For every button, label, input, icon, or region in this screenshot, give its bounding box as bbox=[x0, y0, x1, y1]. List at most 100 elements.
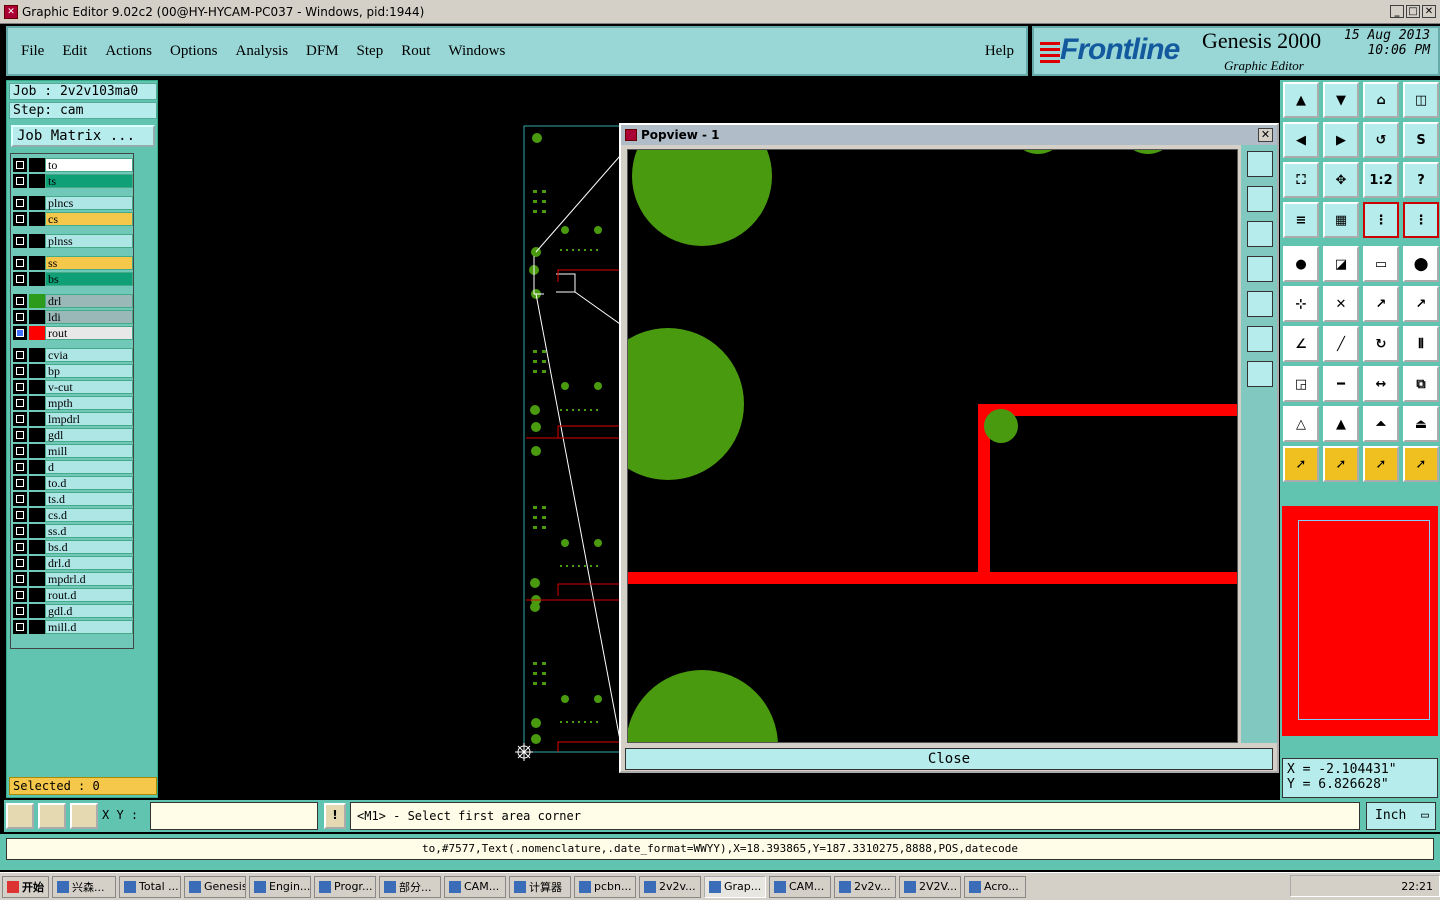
taskbar-item[interactable]: Genesis bbox=[184, 875, 246, 898]
layer-row-rout.d[interactable]: rout.d bbox=[13, 588, 133, 602]
menu-windows[interactable]: Windows bbox=[448, 43, 505, 60]
menu-dfm[interactable]: DFM bbox=[306, 43, 339, 60]
popview-close-icon[interactable]: ✕ bbox=[1258, 128, 1273, 142]
layer-name[interactable]: gdl.d bbox=[45, 604, 133, 618]
grid-mode-icon[interactable] bbox=[70, 803, 98, 829]
layer-checkbox[interactable] bbox=[13, 364, 27, 378]
layer-row-gdl[interactable]: gdl bbox=[13, 428, 133, 442]
measure-icon[interactable]: ↔ bbox=[1363, 366, 1399, 402]
layer-row-ss[interactable]: ss bbox=[13, 256, 133, 270]
layer-row-plncs[interactable]: plncs bbox=[13, 196, 133, 210]
layer-color-swatch[interactable] bbox=[29, 428, 45, 442]
layer-toggle-2-icon[interactable]: ⋮ bbox=[1403, 202, 1439, 238]
layer-color-swatch[interactable] bbox=[29, 272, 45, 286]
layer-checkbox[interactable] bbox=[13, 556, 27, 570]
taskbar-item[interactable]: Acro... bbox=[964, 875, 1026, 898]
layer-checkbox[interactable] bbox=[13, 524, 27, 538]
layer-checkbox[interactable] bbox=[13, 508, 27, 522]
layer-checkbox[interactable] bbox=[13, 212, 27, 226]
start-button[interactable]: 开始 bbox=[2, 875, 49, 898]
layer-name[interactable]: bs bbox=[45, 272, 133, 286]
taskbar-item[interactable]: 计算器 bbox=[509, 875, 571, 898]
layer-name[interactable]: cs.d bbox=[45, 508, 133, 522]
layer-color-swatch[interactable] bbox=[29, 524, 45, 538]
taskbar-item[interactable]: Grap... bbox=[704, 875, 766, 898]
execute-button[interactable]: ! bbox=[324, 803, 346, 829]
layer-name[interactable]: bs.d bbox=[45, 540, 133, 554]
line-icon[interactable]: ╱ bbox=[1323, 326, 1359, 362]
popview-pan-down-icon[interactable] bbox=[1247, 221, 1273, 247]
layer-checkbox[interactable] bbox=[13, 444, 27, 458]
layer-name[interactable]: lmpdrl bbox=[45, 412, 133, 426]
close-window-button[interactable]: ✕ bbox=[1422, 5, 1436, 18]
layer-row-lmpdrl[interactable]: lmpdrl bbox=[13, 412, 133, 426]
taskbar-item[interactable]: CAM... bbox=[444, 875, 506, 898]
layer-checkbox[interactable] bbox=[13, 460, 27, 474]
popview-center-icon[interactable] bbox=[1247, 361, 1273, 387]
circle-pad-icon[interactable]: ⬤ bbox=[1403, 246, 1439, 282]
layer-checkbox[interactable] bbox=[13, 380, 27, 394]
layer-name[interactable]: ss bbox=[45, 256, 133, 270]
layer-name[interactable]: ts.d bbox=[45, 492, 133, 506]
layer-checkbox[interactable] bbox=[13, 476, 27, 490]
popview-pan-left-icon[interactable] bbox=[1247, 256, 1273, 282]
layer-color-swatch[interactable] bbox=[29, 348, 45, 362]
arc-icon[interactable]: ↻ bbox=[1363, 326, 1399, 362]
layer-name[interactable]: mpth bbox=[45, 396, 133, 410]
layer-row-cs.d[interactable]: cs.d bbox=[13, 508, 133, 522]
popview-fit-icon[interactable] bbox=[1247, 326, 1273, 352]
layer-color-swatch[interactable] bbox=[29, 158, 45, 172]
layer-name[interactable]: mill.d bbox=[45, 620, 133, 634]
triangle-bar-icon[interactable]: ⏏ bbox=[1403, 406, 1439, 442]
layer-color-swatch[interactable] bbox=[29, 212, 45, 226]
copy-icon[interactable]: ↗ bbox=[1403, 286, 1439, 322]
layer-name[interactable]: gdl bbox=[45, 428, 133, 442]
popview-zoom-icon[interactable] bbox=[1247, 151, 1273, 177]
delete-icon[interactable]: ✕ bbox=[1323, 286, 1359, 322]
layer-row-ts.d[interactable]: ts.d bbox=[13, 492, 133, 506]
pan-right-icon[interactable]: ▶ bbox=[1323, 122, 1359, 158]
triangle-icon[interactable]: ▲ bbox=[1323, 406, 1359, 442]
angle-icon[interactable]: ∠ bbox=[1283, 326, 1319, 362]
layer-row-gdl.d[interactable]: gdl.d bbox=[13, 604, 133, 618]
select-poly-icon[interactable]: ➚ bbox=[1363, 446, 1399, 482]
taskbar-item[interactable]: CAM... bbox=[769, 875, 831, 898]
maximize-button[interactable]: □ bbox=[1406, 5, 1420, 18]
triangle-up-icon[interactable]: ⏶ bbox=[1363, 406, 1399, 442]
menu-step[interactable]: Step bbox=[357, 43, 384, 60]
layer-name[interactable]: ss.d bbox=[45, 524, 133, 538]
layer-color-swatch[interactable] bbox=[29, 396, 45, 410]
job-matrix-button[interactable]: Job Matrix ... bbox=[11, 125, 155, 147]
menu-help[interactable]: Help bbox=[985, 43, 1014, 60]
menu-actions[interactable]: Actions bbox=[105, 43, 152, 60]
layer-name[interactable]: drl.d bbox=[45, 556, 133, 570]
unit-selector[interactable]: Inch ▭ bbox=[1366, 802, 1436, 830]
pan-left-icon[interactable]: ◀ bbox=[1283, 122, 1319, 158]
layer-name[interactable]: cvia bbox=[45, 348, 133, 362]
layer-checkbox[interactable] bbox=[13, 196, 27, 210]
snap-mode-icon[interactable] bbox=[6, 803, 34, 829]
popview-pan-up-icon[interactable] bbox=[1247, 186, 1273, 212]
layer-checkbox[interactable] bbox=[13, 294, 27, 308]
layer-row-ts[interactable]: ts bbox=[13, 174, 133, 188]
layer-row-to[interactable]: to bbox=[13, 158, 133, 172]
layer-row-mpth[interactable]: mpth bbox=[13, 396, 133, 410]
menu-rout[interactable]: Rout bbox=[401, 43, 430, 60]
layer-checkbox[interactable] bbox=[13, 326, 27, 340]
popview-canvas[interactable] bbox=[627, 149, 1238, 743]
layer-checkbox[interactable] bbox=[13, 572, 27, 586]
taskbar-item[interactable]: 2v2v... bbox=[834, 875, 896, 898]
layer-color-swatch[interactable] bbox=[29, 256, 45, 270]
xy-input[interactable] bbox=[150, 802, 318, 830]
layer-name[interactable]: bp bbox=[45, 364, 133, 378]
taskbar-item[interactable]: Progr... bbox=[314, 875, 376, 898]
layer-row-ss.d[interactable]: ss.d bbox=[13, 524, 133, 538]
layer-color-swatch[interactable] bbox=[29, 604, 45, 618]
zoom-fit-icon[interactable]: ⛶ bbox=[1283, 162, 1319, 198]
layer-color-swatch[interactable] bbox=[29, 380, 45, 394]
layer-color-swatch[interactable] bbox=[29, 460, 45, 474]
layer-color-swatch[interactable] bbox=[29, 476, 45, 490]
layer-row-rout[interactable]: rout bbox=[13, 326, 133, 340]
layer-color-swatch[interactable] bbox=[29, 556, 45, 570]
layer-checkbox[interactable] bbox=[13, 428, 27, 442]
